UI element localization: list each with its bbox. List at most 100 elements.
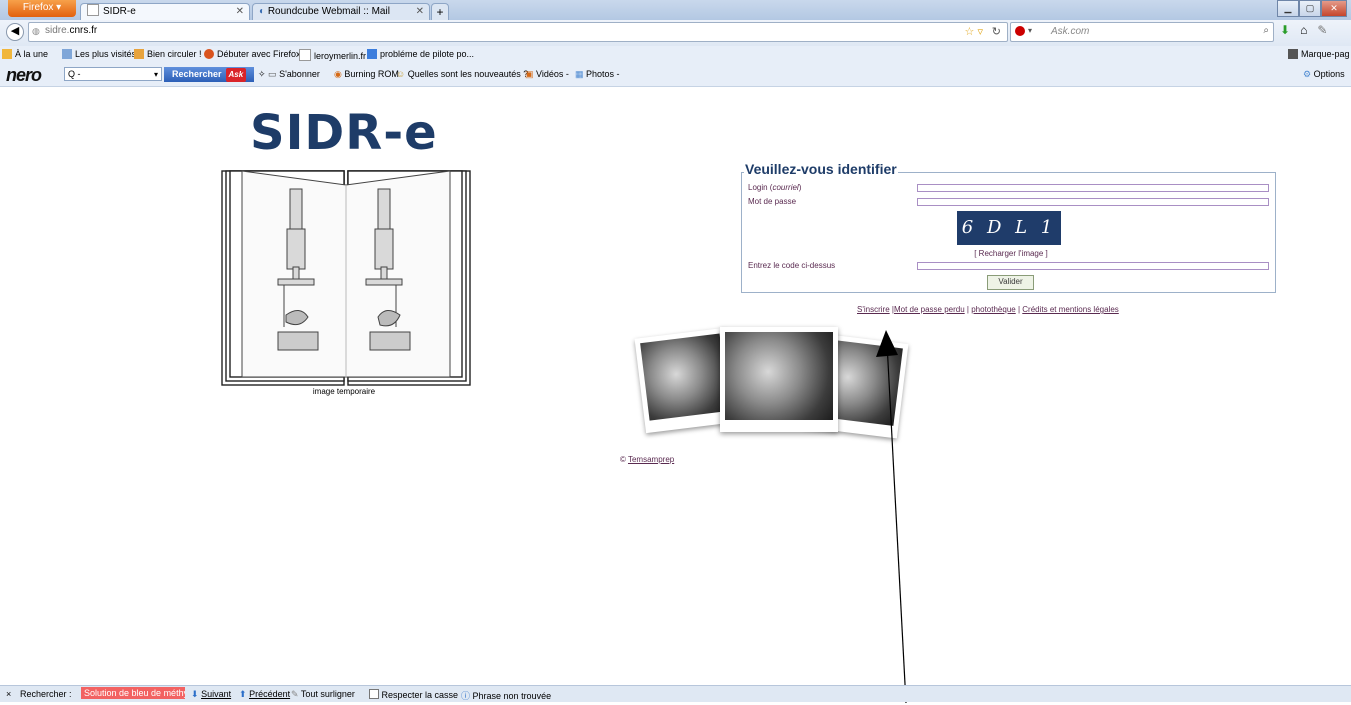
- separator: |: [1017, 305, 1021, 314]
- google-icon: [367, 49, 377, 59]
- page-icon: [299, 49, 311, 61]
- arrow-down-icon: ⬇: [191, 689, 199, 699]
- bookmark-label: À la une: [15, 49, 49, 59]
- photo-credit-link[interactable]: Temsamprep: [628, 455, 674, 464]
- nero-options-label: Options: [1313, 69, 1345, 79]
- chevron-down-icon[interactable]: ▾: [154, 68, 158, 81]
- signup-link[interactable]: S'inscrire: [857, 305, 890, 314]
- highlight-all-button[interactable]: ✎ Tout surligner: [291, 689, 355, 700]
- nero-item-label: S'abonner: [279, 69, 320, 79]
- window-controls: ▁ ▢ ✕: [1277, 0, 1347, 17]
- download-icon[interactable]: ⬇: [1280, 23, 1290, 37]
- news-icon: ☺: [396, 69, 406, 79]
- bookmarks-menu[interactable]: Marque-pag: [1288, 49, 1350, 59]
- bookmark-label: Bien circuler !: [147, 49, 202, 59]
- close-tab-icon[interactable]: ✕: [236, 4, 244, 20]
- login-label-suffix: ): [798, 183, 802, 192]
- search-bar[interactable]: ▾ Ask.com ⌕: [1010, 22, 1274, 42]
- nero-toolbar: nero Q - ▾ Rechercher Ask ✧ ▭ S'abonner ◉ …: [0, 64, 1351, 87]
- search-icon[interactable]: ⌕: [1263, 25, 1269, 36]
- nero-logo: nero: [6, 65, 42, 85]
- nero-search-input[interactable]: Q - ▾: [64, 67, 162, 81]
- captcha-code-input[interactable]: [917, 262, 1269, 270]
- info-icon: ⓘ: [461, 691, 471, 701]
- bookmarks-bar: À la une Les plus visités Bien circuler …: [0, 46, 1351, 64]
- credits-link[interactable]: Crédits et mentions légales: [1022, 305, 1119, 314]
- url-bar[interactable]: ◍ sidre.cnrs.fr ☆ ▿ ↻: [28, 22, 1008, 42]
- bookmark-item[interactable]: À la une: [2, 49, 48, 59]
- password-input[interactable]: [917, 198, 1269, 206]
- login-input[interactable]: [917, 184, 1269, 192]
- ask-logo-icon[interactable]: [1015, 26, 1025, 36]
- find-label: Rechercher :: [20, 689, 72, 699]
- bookmark-item[interactable]: Débuter avec Firefox: [204, 49, 301, 59]
- highlighter-icon: ✎: [291, 689, 299, 699]
- bookmarks-menu-label: Marque-pag: [1301, 49, 1350, 59]
- micrograph-image: [725, 332, 833, 420]
- url-prefix: sidre.: [45, 25, 70, 36]
- bookmark-item[interactable]: Bien circuler !: [134, 49, 202, 59]
- nero-item-photos[interactable]: ▦ Photos -: [575, 69, 620, 80]
- copyright-symbol: ©: [620, 455, 626, 464]
- image-caption: image temporaire: [312, 387, 376, 396]
- chevron-down-icon[interactable]: ▾: [1028, 26, 1032, 35]
- arrow-up-icon: ⬆: [239, 689, 247, 699]
- forgot-password-link[interactable]: Mot de passe perdu: [894, 305, 965, 314]
- bookmark-item[interactable]: leroymerlin.fr: [299, 49, 366, 61]
- login-legend: Veuillez-vous identifier: [744, 161, 898, 177]
- burn-icon: ◉: [334, 69, 342, 79]
- nero-item-news[interactable]: ☺ Quelles sont les nouveautés ?: [396, 69, 528, 79]
- find-previous-button[interactable]: ⬆ Précédent: [239, 689, 290, 700]
- home-icon[interactable]: ⌂: [1300, 23, 1307, 37]
- nero-options[interactable]: ⚙ Options: [1303, 69, 1345, 80]
- captcha-image: 6 D L 1 X: [957, 211, 1061, 272]
- find-next-button[interactable]: ⬇ Suivant: [191, 689, 231, 700]
- maximize-icon[interactable]: ▢: [1299, 0, 1321, 17]
- bookmark-item[interactable]: probléme de pilote po...: [367, 49, 474, 59]
- nero-item-videos[interactable]: ▣ Vidéos -: [525, 69, 569, 80]
- close-find-icon[interactable]: ×: [6, 689, 11, 699]
- book-illustration: [221, 170, 471, 386]
- bookmark-label: leroymerlin.fr: [314, 51, 367, 61]
- find-input[interactable]: Solution de bleu de méthy: [81, 687, 185, 699]
- tab-roundcube[interactable]: ◐ Roundcube Webmail :: Mail ✕: [252, 3, 430, 20]
- video-icon: ▣: [525, 69, 534, 79]
- nero-search-value: Q -: [68, 69, 81, 79]
- nero-item-subscribe[interactable]: ✧ ▭ S'abonner: [258, 69, 320, 80]
- new-tab-button[interactable]: +: [431, 3, 449, 20]
- firefox-menu-button[interactable]: Firefox ▾: [8, 0, 76, 17]
- submit-button[interactable]: Valider: [987, 275, 1034, 290]
- options-icon: ⚙: [1303, 69, 1312, 79]
- reload-icon[interactable]: ↻: [992, 25, 1001, 38]
- addon-icon[interactable]: ✎: [1317, 23, 1327, 37]
- match-case-checkbox[interactable]: Respecter la casse: [369, 689, 458, 700]
- nero-search-button-label: Rechercher: [172, 69, 222, 79]
- bookmark-star-icon[interactable]: ☆ ▿: [965, 25, 983, 38]
- nero-search-button[interactable]: Rechercher Ask: [164, 67, 254, 82]
- phototheque-link[interactable]: photothèque: [971, 305, 1016, 314]
- find-bar: × Rechercher : Solution de bleu de méthy…: [0, 685, 1351, 702]
- tab-label: Roundcube Webmail :: Mail: [267, 6, 390, 17]
- bookmark-item[interactable]: Les plus visités: [62, 49, 136, 59]
- nero-item-label: Burning ROM: [344, 69, 399, 79]
- bookmark-label: Débuter avec Firefox: [217, 49, 301, 59]
- login-label: Login (courriel): [748, 183, 801, 192]
- match-case-label: Respecter la casse: [381, 690, 459, 700]
- photo-thumbnail: [720, 327, 838, 432]
- reload-captcha-link[interactable]: [ Recharger l'image ]: [936, 249, 1086, 258]
- tab-sidre[interactable]: SIDR-e ✕: [80, 3, 250, 20]
- folder-icon: [62, 49, 72, 59]
- close-tab-icon[interactable]: ✕: [416, 4, 424, 20]
- find-status-text: Phrase non trouvée: [472, 691, 552, 701]
- annotation-arrow: [876, 330, 907, 704]
- traffic-icon: [134, 49, 144, 59]
- find-previous-label: Précédent: [249, 689, 291, 699]
- close-window-icon[interactable]: ✕: [1321, 0, 1347, 17]
- highlight-all-label: Tout surligner: [300, 689, 355, 699]
- minimize-icon[interactable]: ▁: [1277, 0, 1299, 17]
- back-arrow-icon[interactable]: ◀: [6, 23, 24, 41]
- password-label: Mot de passe: [748, 197, 797, 206]
- nero-item-burning-rom[interactable]: ◉ Burning ROM: [334, 69, 399, 80]
- separator: |: [966, 305, 969, 314]
- globe-icon: ◍: [32, 26, 40, 36]
